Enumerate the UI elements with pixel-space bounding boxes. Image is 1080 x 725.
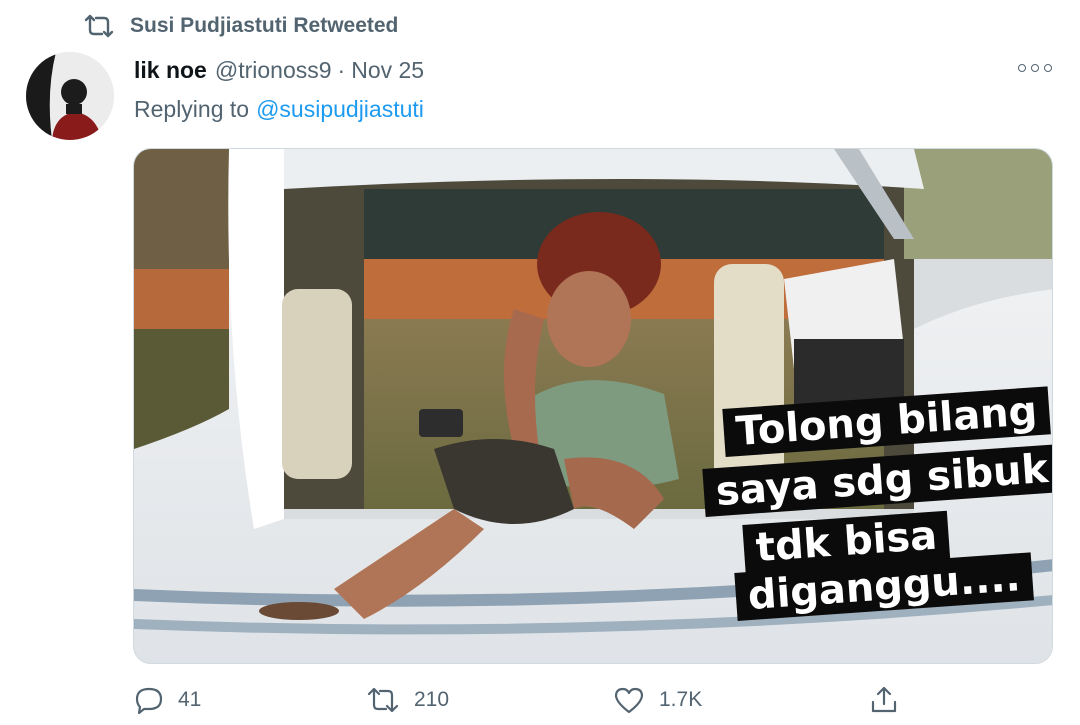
retweet-count: 210 [414,688,450,711]
tweet-date[interactable]: Nov 25 [351,57,424,84]
like-button[interactable]: 1.7K [613,680,702,720]
like-count: 1.7K [659,688,703,711]
author-row: lik noe @trionoss9 · Nov 25 [134,54,424,86]
retweet-label: Susi Pudjiastuti Retweeted [130,14,399,37]
tweet[interactable]: Susi Pudjiastuti Retweeted lik noe @trio… [0,0,1080,725]
retweet-icon [82,13,116,39]
replying-to-label: Replying to [134,95,250,122]
display-name[interactable]: lik noe [134,57,207,84]
retweet-button[interactable]: 210 [366,680,449,720]
tweet-actions: 41 210 1.7K [0,680,1080,720]
share-button[interactable] [869,680,913,720]
heart-icon [614,687,644,714]
reply-count: 41 [178,688,202,711]
reply-icon [135,687,163,715]
more-options-icon[interactable] [1018,58,1052,78]
user-handle[interactable]: @trionoss9 [215,57,332,84]
separator-dot: · [337,56,346,83]
replying-to: Replying to @susipudjiastuti [134,92,424,126]
avatar[interactable] [26,52,114,140]
reply-mention-link[interactable]: @susipudjiastuti [256,96,424,123]
share-icon [871,686,897,713]
retweet-icon [367,687,399,713]
tweet-photo[interactable]: Tolong bilang saya sdg sibuk tdk bisa di… [133,148,1053,664]
reply-button[interactable]: 41 [134,680,201,720]
retweet-context[interactable]: Susi Pudjiastuti Retweeted [82,10,398,42]
